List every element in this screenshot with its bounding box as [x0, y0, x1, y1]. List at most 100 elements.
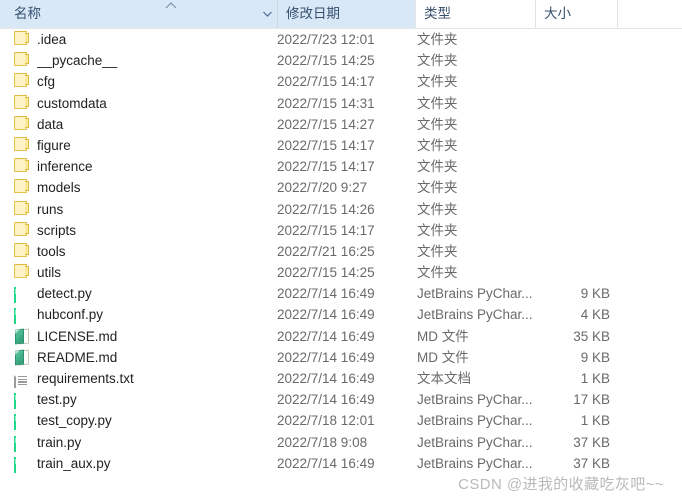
pycharm-icon: PC [14, 412, 32, 431]
folder-icon [14, 94, 32, 113]
pycharm-icon: PC [14, 306, 32, 325]
folder-icon [14, 221, 32, 240]
file-type: JetBrains PyChar... [417, 455, 533, 471]
file-row-icon [14, 370, 32, 388]
file-row[interactable]: runs 2022/7/15 14:26 文件夹 [0, 199, 682, 220]
file-row[interactable]: __pycache__ 2022/7/15 14:25 文件夹 [0, 50, 682, 71]
file-size: 4 KB [580, 307, 610, 323]
file-type: 文件夹 [417, 201, 458, 217]
file-type: 文件夹 [417, 180, 458, 196]
file-row-icon: PC [14, 455, 32, 473]
file-date-modified: 2022/7/14 16:49 [277, 328, 375, 344]
file-row[interactable]: README.md 2022/7/14 16:49 MD 文件 9 KB [0, 347, 682, 368]
folder-icon [14, 242, 32, 261]
file-row[interactable]: PC detect.py 2022/7/14 16:49 JetBrains PyCh… [0, 283, 682, 304]
file-row[interactable]: PC hubconf.py 2022/7/14 16:49 JetBrains PyC… [0, 304, 682, 325]
file-row[interactable]: figure 2022/7/15 14:17 文件夹 [0, 135, 682, 156]
file-date-modified: 2022/7/18 12:01 [277, 413, 375, 429]
textfile-icon [14, 370, 32, 388]
watermark-text: CSDN @进我的收藏吃灰吧~~ [458, 476, 664, 493]
file-row-icon [14, 242, 32, 261]
file-name: detect.py [37, 286, 92, 302]
file-row[interactable]: models 2022/7/20 9:27 文件夹 [0, 177, 682, 198]
column-header-size-label: 大小 [544, 6, 571, 21]
file-row-icon: PC [14, 391, 32, 410]
file-name: README.md [37, 349, 118, 365]
file-date-modified: 2022/7/15 14:27 [277, 116, 375, 132]
column-header-size[interactable]: 大小 [535, 0, 617, 28]
column-header-type[interactable]: 类型 [415, 0, 535, 28]
file-row-icon [14, 328, 32, 346]
file-size: 37 KB [573, 455, 610, 471]
file-type: 文件夹 [417, 137, 458, 153]
file-row[interactable]: customdata 2022/7/15 14:31 文件夹 [0, 93, 682, 114]
file-type: 文件夹 [417, 74, 458, 90]
file-name: scripts [37, 222, 77, 238]
file-date-modified: 2022/7/15 14:17 [277, 222, 375, 238]
file-row[interactable]: utils 2022/7/15 14:25 文件夹 [0, 262, 682, 283]
file-date-modified: 2022/7/14 16:49 [277, 286, 375, 302]
file-name: train_aux.py [37, 455, 111, 471]
file-name: runs [37, 201, 64, 217]
folder-icon [14, 52, 32, 70]
file-date-modified: 2022/7/15 14:17 [277, 74, 375, 90]
file-date-modified: 2022/7/15 14:17 [277, 137, 375, 153]
file-row-icon [14, 179, 32, 197]
file-type: 文件夹 [417, 265, 458, 281]
column-options-chevron-down-icon[interactable] [258, 0, 276, 28]
file-type: 文件夹 [417, 53, 458, 69]
column-header-name[interactable]: 名称 [0, 0, 277, 28]
file-name: cfg [37, 74, 56, 90]
file-type: JetBrains PyChar... [417, 307, 533, 323]
folder-icon [14, 31, 32, 49]
file-row[interactable]: LICENSE.md 2022/7/14 16:49 MD 文件 35 KB [0, 326, 682, 347]
folder-icon [14, 73, 32, 91]
file-name: __pycache__ [37, 53, 118, 69]
file-row[interactable]: requirements.txt 2022/7/14 16:49 文本文档 1 KB [0, 368, 682, 389]
file-size: 35 KB [573, 328, 610, 344]
file-size: 1 KB [580, 413, 610, 429]
file-date-modified: 2022/7/15 14:25 [277, 265, 375, 281]
file-date-modified: 2022/7/14 16:49 [277, 307, 375, 323]
file-row[interactable]: PC test_copy.py 2022/7/18 12:01 JetBrains P… [0, 410, 682, 431]
file-row-icon [14, 200, 32, 219]
file-date-modified: 2022/7/15 14:31 [277, 95, 375, 111]
file-date-modified: 2022/7/18 9:08 [277, 434, 368, 450]
file-name: data [37, 116, 64, 132]
file-row[interactable]: tools 2022/7/21 16:25 文件夹 [0, 241, 682, 262]
file-row[interactable]: PC train.py 2022/7/18 9:08 JetBrains PyChar… [0, 432, 682, 453]
file-name: test_copy.py [37, 413, 112, 429]
file-row-icon: PC [14, 285, 32, 304]
file-row-icon [14, 52, 32, 70]
file-name: LICENSE.md [37, 328, 118, 344]
folder-icon [14, 158, 32, 176]
file-row-icon [14, 73, 32, 91]
file-size: 17 KB [573, 392, 610, 408]
file-row-icon [14, 221, 32, 240]
file-row[interactable]: scripts 2022/7/15 14:17 文件夹 [0, 220, 682, 241]
file-row[interactable]: PC train_aux.py 2022/7/14 16:49 JetBrains P… [0, 453, 682, 474]
file-row[interactable]: .idea 2022/7/23 12:01 文件夹 [0, 29, 682, 50]
file-row[interactable]: inference 2022/7/15 14:17 文件夹 [0, 156, 682, 177]
file-name: inference [37, 159, 93, 175]
column-header-filler [617, 0, 682, 28]
file-date-modified: 2022/7/21 16:25 [277, 243, 375, 259]
pycharm-icon: PC [14, 434, 32, 452]
file-type: JetBrains PyChar... [417, 286, 533, 302]
file-type: JetBrains PyChar... [417, 413, 533, 429]
pycharm-icon: PC [14, 391, 32, 410]
file-size: 9 KB [580, 349, 610, 365]
file-row[interactable]: cfg 2022/7/15 14:17 文件夹 [0, 71, 682, 92]
column-header-date-modified[interactable]: 修改日期 [277, 0, 415, 28]
file-row-icon [14, 264, 32, 282]
file-row-icon [14, 94, 32, 113]
folder-icon [14, 136, 32, 155]
file-type: JetBrains PyChar... [417, 434, 533, 450]
file-row[interactable]: PC test.py 2022/7/14 16:49 JetBrains PyChar… [0, 389, 682, 410]
file-row-icon [14, 158, 32, 176]
file-type: 文件夹 [417, 116, 458, 132]
file-date-modified: 2022/7/15 14:17 [277, 159, 375, 175]
file-date-modified: 2022/7/14 16:49 [277, 371, 375, 386]
file-list[interactable]: .idea 2022/7/23 12:01 文件夹 __pycache__ 2022/7… [0, 29, 682, 474]
file-row[interactable]: data 2022/7/15 14:27 文件夹 [0, 114, 682, 135]
